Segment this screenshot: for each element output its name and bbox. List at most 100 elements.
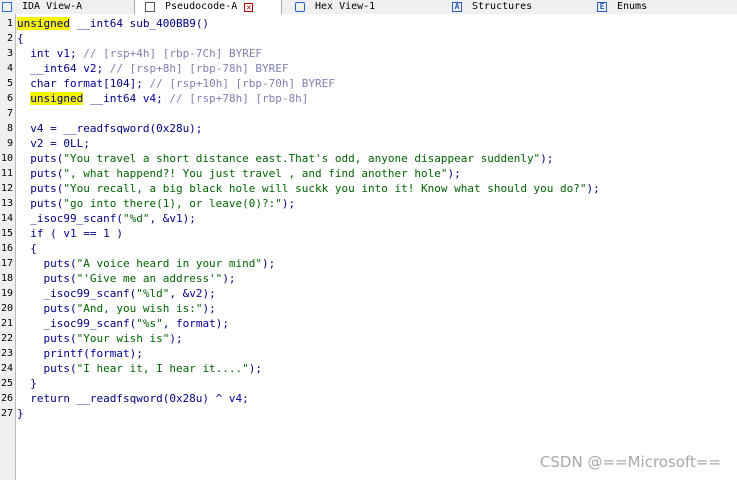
code-text[interactable]: _isoc99_scanf("%s", format); (17, 316, 228, 331)
code-token[interactable]: // [rsp+10h] [rbp-70h] BYREF (149, 77, 334, 90)
code-token[interactable]: _isoc99_scanf( (17, 317, 136, 330)
code-token[interactable]: v1 (63, 227, 76, 240)
code-line[interactable]: 13 puts("go into there(1), or leave(0)?:… (0, 196, 737, 211)
code-text[interactable]: char format[104]; // [rsp+10h] [rbp-70h]… (17, 76, 335, 91)
code-token[interactable]: "%ld" (136, 287, 169, 300)
code-text[interactable]: unsigned __int64 v4; // [rsp+78h] [rbp-8… (17, 91, 308, 106)
code-token[interactable]: // [rsp+78h] [rbp-8h] (169, 92, 308, 105)
code-token[interactable]: ); (282, 197, 295, 210)
code-line[interactable]: 18 puts("'Give me an address'"); (0, 271, 737, 286)
code-token[interactable]: puts( (17, 272, 76, 285)
code-token[interactable]: __int64 sub_400BB9() (70, 17, 209, 30)
code-token[interactable]: v1 (169, 212, 182, 225)
code-text[interactable]: { (17, 241, 37, 256)
code-line[interactable]: 1 unsigned __int64 sub_400BB9() (0, 16, 737, 31)
code-token[interactable]: ); (183, 212, 196, 225)
code-text[interactable]: { (17, 31, 24, 46)
code-token[interactable]: "You recall, a big black hole will suckk… (63, 182, 586, 195)
code-line[interactable]: 2{ (0, 31, 737, 46)
code-token[interactable]: if ( (17, 227, 63, 240)
code-token[interactable]: format (90, 347, 130, 360)
code-line[interactable]: 3 int v1; // [rsp+4h] [rbp-7Ch] BYREF (0, 46, 737, 61)
code-token[interactable]: "%s" (136, 317, 163, 330)
code-text[interactable]: if ( v1 == 1 ) (17, 226, 123, 241)
code-token[interactable]: ); (262, 257, 275, 270)
code-text[interactable]: } (17, 406, 24, 421)
code-token[interactable]: unsigned (30, 92, 84, 105)
code-token[interactable]: _isoc99_scanf( (17, 287, 136, 300)
code-token[interactable]: } (17, 377, 37, 390)
code-line[interactable]: 5 char format[104]; // [rsp+10h] [rbp-70… (0, 76, 737, 91)
code-line[interactable]: 7 (0, 106, 737, 121)
code-token[interactable]: , (163, 317, 176, 330)
code-text[interactable]: puts("You recall, a big black hole will … (17, 181, 600, 196)
code-token[interactable]: , & (169, 287, 189, 300)
code-token[interactable]: == 1 ) (77, 227, 123, 240)
code-line[interactable]: 19 _isoc99_scanf("%ld", &v2); (0, 286, 737, 301)
code-token[interactable]: "Your wish is" (77, 332, 170, 345)
code-text[interactable]: puts("And, you wish is:"); (17, 301, 215, 316)
code-token[interactable]: puts( (17, 152, 63, 165)
code-token[interactable]: unsigned (17, 17, 70, 30)
code-line[interactable]: 8 v4 = __readfsqword(0x28u); (0, 121, 737, 136)
code-line[interactable]: 20 puts("And, you wish is:"); (0, 301, 737, 316)
code-token[interactable]: ); (540, 152, 553, 165)
code-token[interactable]: puts( (17, 257, 76, 270)
code-line[interactable]: 21 _isoc99_scanf("%s", format); (0, 316, 737, 331)
code-line[interactable]: 27} (0, 406, 737, 421)
code-text[interactable]: puts("You travel a short distance east.T… (17, 151, 553, 166)
code-token[interactable]: "I hear it, I hear it...." (77, 362, 249, 375)
code-token[interactable]: "You travel a short distance east.That's… (63, 152, 540, 165)
code-token[interactable]: __int64 (83, 92, 143, 105)
code-text[interactable]: puts("Your wish is"); (17, 331, 182, 346)
code-text[interactable]: v2 = 0LL; (17, 136, 90, 151)
code-token[interactable]: puts( (17, 167, 63, 180)
code-line[interactable]: 23 printf(format); (0, 346, 737, 361)
tab-structures[interactable]: A Structures (444, 0, 590, 14)
code-token[interactable]: "%d" (123, 212, 150, 225)
code-token[interactable]: char (17, 77, 63, 90)
code-token[interactable] (17, 92, 30, 105)
code-token[interactable]: ; (242, 392, 249, 405)
code-line[interactable]: 24 puts("I hear it, I hear it...."); (0, 361, 737, 376)
code-token[interactable]: "A voice heard in your mind" (77, 257, 262, 270)
code-token[interactable]: ); (222, 272, 235, 285)
code-token[interactable]: v4 (229, 392, 242, 405)
code-token[interactable]: // [rsp+8h] [rbp-78h] BYREF (110, 62, 289, 75)
tab-pseudocode-a[interactable]: Pseudocode-A × (134, 0, 282, 14)
code-line[interactable]: 11 puts(", what happend?! You just trave… (0, 166, 737, 181)
code-token[interactable]: v2 (83, 62, 96, 75)
code-text[interactable]: int v1; // [rsp+4h] [rbp-7Ch] BYREF (17, 46, 262, 61)
code-token[interactable]: _isoc99_scanf( (17, 212, 123, 225)
code-token[interactable]: ); (202, 287, 215, 300)
code-line[interactable]: 14 _isoc99_scanf("%d", &v1); (0, 211, 737, 226)
code-line[interactable]: 17 puts("A voice heard in your mind"); (0, 256, 737, 271)
code-token[interactable]: ); (587, 182, 600, 195)
code-token[interactable]: puts( (17, 332, 76, 345)
code-text[interactable]: unsigned __int64 sub_400BB9() (17, 16, 209, 31)
code-token[interactable]: ); (202, 302, 215, 315)
tab-enums[interactable]: E Enums (591, 0, 737, 14)
code-token[interactable]: printf( (17, 347, 89, 360)
code-token[interactable]: v1 (57, 47, 70, 60)
code-token[interactable]: puts( (17, 197, 63, 210)
code-token[interactable]: ; (70, 47, 83, 60)
code-text[interactable]: _isoc99_scanf("%ld", &v2); (17, 286, 215, 301)
code-text[interactable]: _isoc99_scanf("%d", &v1); (17, 211, 196, 226)
code-line[interactable]: 26 return __readfsqword(0x28u) ^ v4; (0, 391, 737, 406)
code-text[interactable]: puts(", what happend?! You just travel ,… (17, 166, 460, 181)
code-token[interactable]: ); (169, 332, 182, 345)
code-text[interactable]: } (17, 376, 37, 391)
code-text[interactable]: puts("A voice heard in your mind"); (17, 256, 275, 271)
code-text[interactable]: return __readfsqword(0x28u) ^ v4; (17, 391, 249, 406)
code-token[interactable]: int (17, 47, 57, 60)
code-token[interactable]: return __readfsqword(0x28u) ^ (17, 392, 229, 405)
code-text[interactable]: __int64 v2; // [rsp+8h] [rbp-78h] BYREF (17, 61, 289, 76)
code-line[interactable]: 25 } (0, 376, 737, 391)
code-text[interactable]: puts("I hear it, I hear it...."); (17, 361, 262, 376)
code-line[interactable]: 4 __int64 v2; // [rsp+8h] [rbp-78h] BYRE… (0, 61, 737, 76)
code-token[interactable]: ); (249, 362, 262, 375)
code-token[interactable]: "go into there(1), or leave(0)?:" (63, 197, 282, 210)
code-token[interactable]: { (17, 242, 37, 255)
code-token[interactable]: v2 (189, 287, 202, 300)
